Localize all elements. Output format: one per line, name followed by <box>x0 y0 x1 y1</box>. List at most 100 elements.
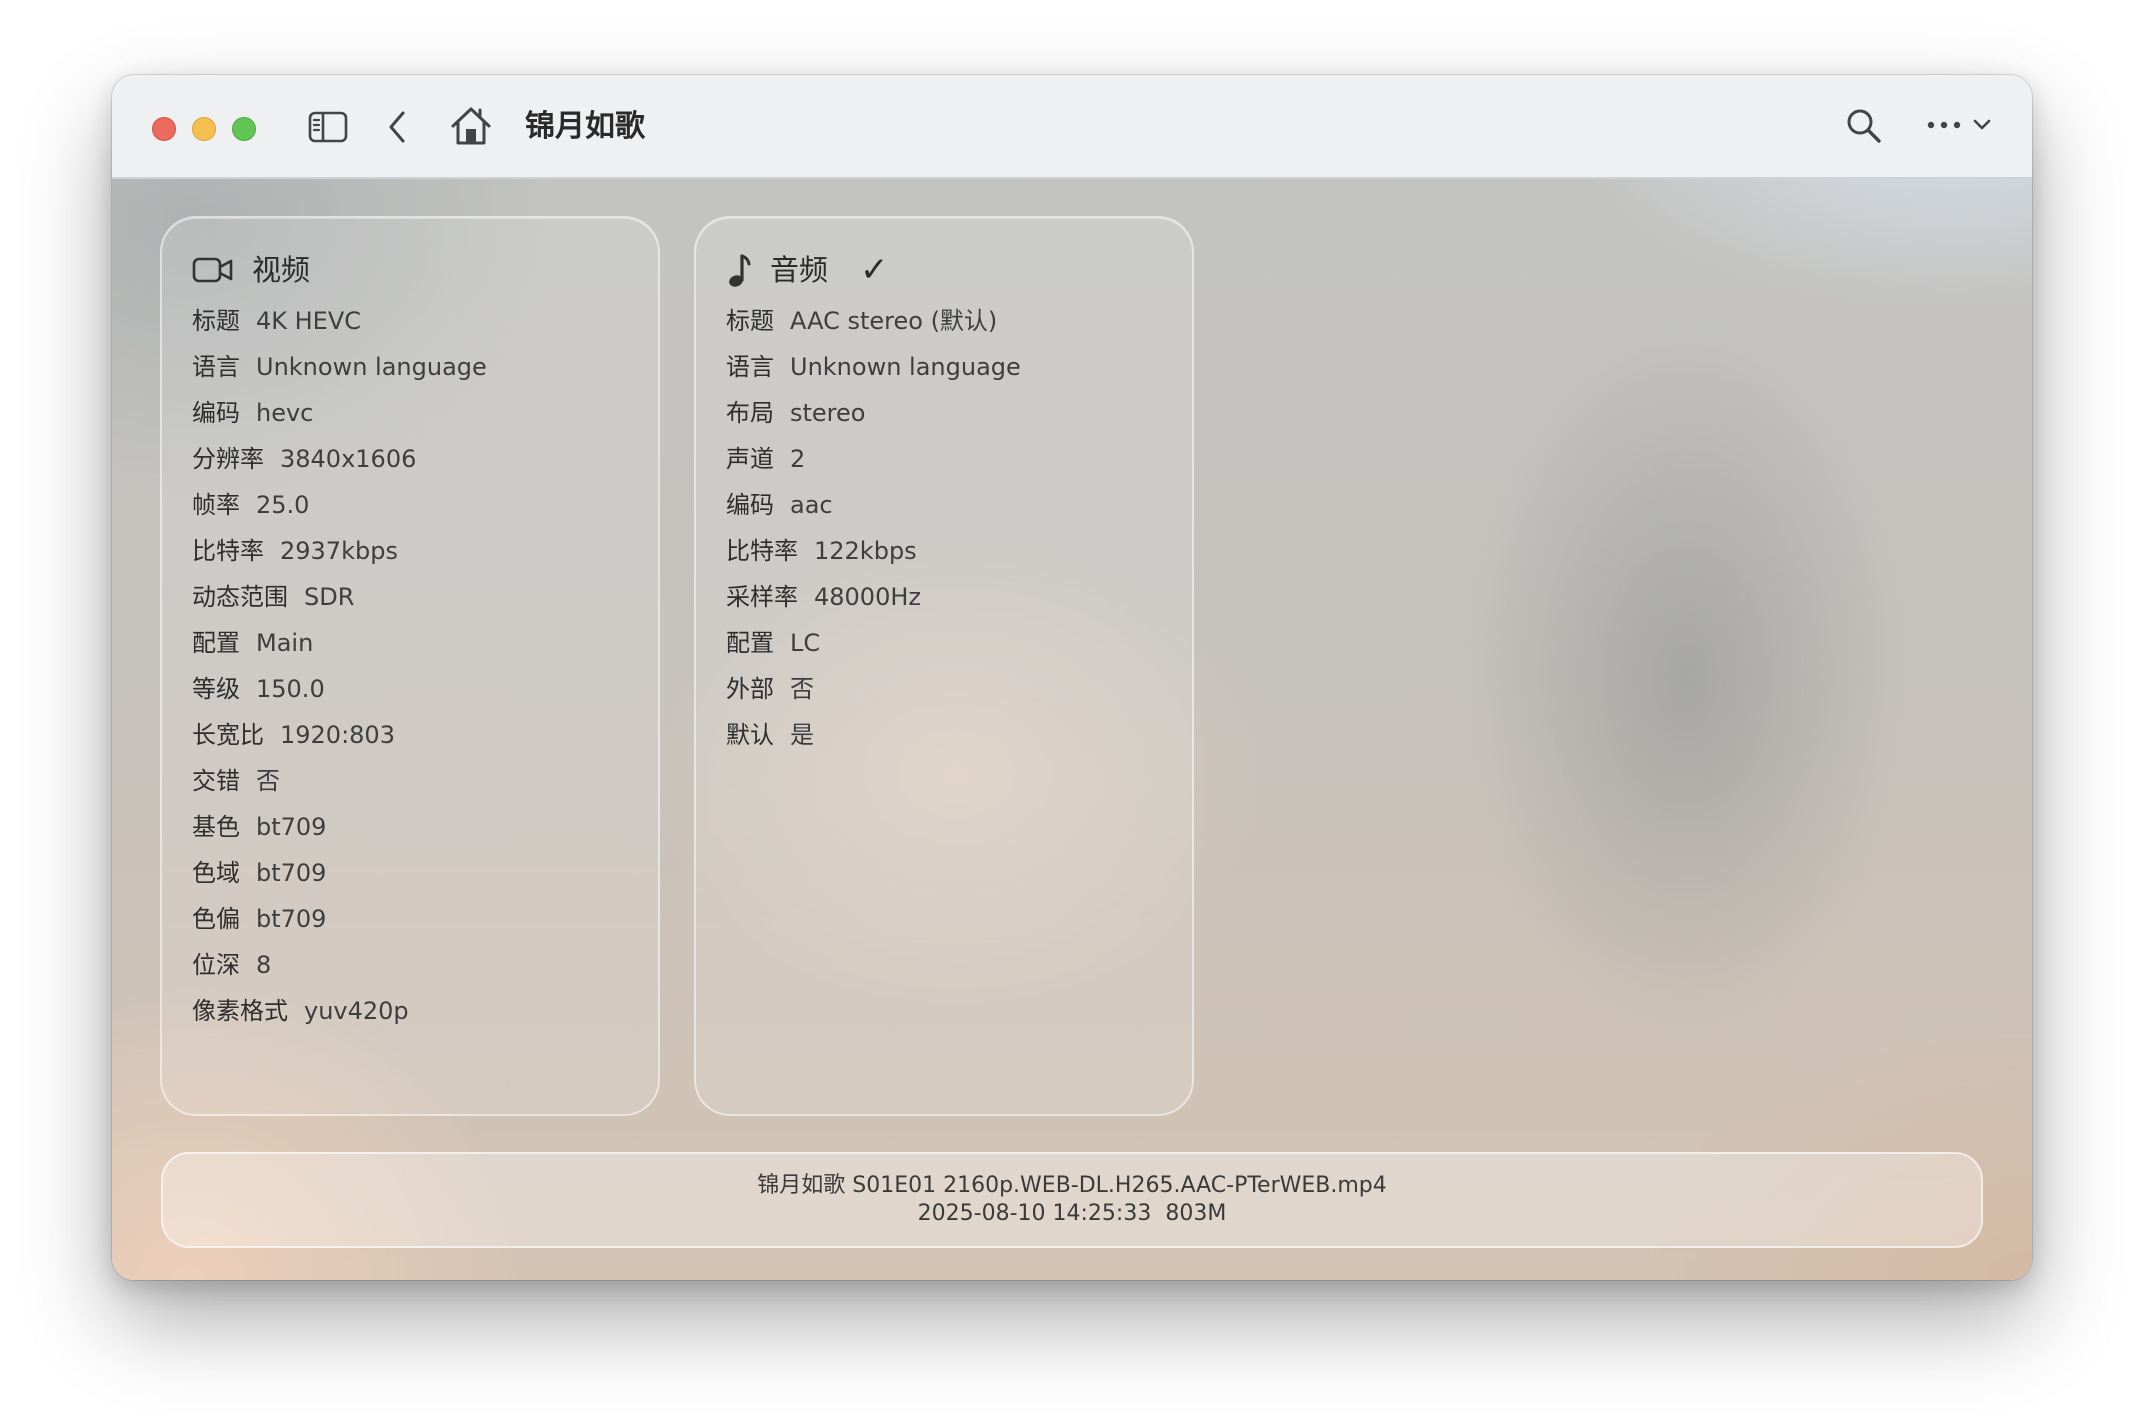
video-property-value: bt709 <box>256 859 327 887</box>
video-property-value: 否 <box>256 767 280 795</box>
audio-property-value: Unknown language <box>790 353 1021 381</box>
audio-property-row: 外部否 <box>726 666 1021 712</box>
video-property-label: 配置 <box>192 629 240 657</box>
video-property-label: 色域 <box>192 859 240 887</box>
search-icon[interactable] <box>1845 107 1883 145</box>
video-property-value: 4K HEVC <box>256 307 362 335</box>
video-property-label: 动态范围 <box>192 583 288 611</box>
audio-property-row: 默认是 <box>726 712 1021 758</box>
audio-property-value: 2 <box>790 445 806 473</box>
video-property-label: 长宽比 <box>192 721 264 749</box>
video-property-value: 1920:803 <box>280 721 395 749</box>
video-property-row: 配置 Main <box>192 620 487 666</box>
video-property-value: 25.0 <box>256 491 310 519</box>
video-property-label: 语言 <box>192 353 240 381</box>
video-property-label: 基色 <box>192 813 240 841</box>
video-property-row: 交错否 <box>192 758 487 804</box>
video-property-row: 比特率 2937kbps <box>192 528 487 574</box>
audio-property-value: LC <box>790 629 821 657</box>
audio-property-value: AAC stereo (默认) <box>790 307 998 335</box>
video-property-row: 位深 8 <box>192 942 487 988</box>
chevron-down-icon[interactable] <box>1972 117 1992 133</box>
video-property-value: 150.0 <box>256 675 325 703</box>
video-property-row: 标题 4K HEVC <box>192 298 487 344</box>
audio-property-row: 标题 AAC stereo (默认) <box>726 298 1021 344</box>
video-property-value: Unknown language <box>256 353 487 381</box>
video-property-row: 基色 bt709 <box>192 804 487 850</box>
audio-property-value: 122kbps <box>814 537 917 565</box>
file-meta: 2025-08-10 14:25:33 803M <box>163 1200 1981 1228</box>
app-window: 锦月如歌 视频 标题 4K HEVC 语言 Unknown language 编码 hev… <box>112 75 2032 1280</box>
video-property-value: bt709 <box>256 905 327 933</box>
audio-property-value: stereo <box>790 399 866 427</box>
audio-property-label: 声道 <box>726 445 774 473</box>
file-size: 803M <box>1165 1201 1227 1226</box>
video-camera-icon <box>192 257 233 283</box>
audio-property-row: 声道 2 <box>726 436 1021 482</box>
audio-info-card: 音频 ✓ 标题 AAC stereo (默认) 语言 Unknown language… <box>694 216 1194 1116</box>
video-property-value: 2937kbps <box>280 537 398 565</box>
file-info-bar: 锦月如歌 S01E01 2160p.WEB-DL.H265.AAC-PTerWE… <box>161 1152 1983 1248</box>
audio-property-row: 布局 stereo <box>726 390 1021 436</box>
video-property-label: 像素格式 <box>192 997 288 1025</box>
video-property-row: 等级 150.0 <box>192 666 487 712</box>
video-property-row: 长宽比 1920:803 <box>192 712 487 758</box>
video-property-label: 位深 <box>192 951 240 979</box>
home-icon[interactable] <box>450 105 492 147</box>
audio-properties-list: 标题 AAC stereo (默认) 语言 Unknown language 布局 ste… <box>726 298 1021 758</box>
video-property-label: 比特率 <box>192 537 264 565</box>
music-note-icon <box>729 254 751 287</box>
title-bar: 锦月如歌 <box>112 75 2032 179</box>
video-property-row: 像素格式 yuv420p <box>192 988 487 1034</box>
file-name: 锦月如歌 S01E01 2160p.WEB-DL.H265.AAC-PTerWE… <box>757 1173 1387 1198</box>
audio-property-value: aac <box>790 491 833 519</box>
video-card-header: 视频 <box>192 248 310 292</box>
video-properties-list: 标题 4K HEVC 语言 Unknown language 编码 hevc 分辨率 3840… <box>192 298 487 1034</box>
close-window-button[interactable] <box>152 117 176 141</box>
more-ellipsis-icon[interactable] <box>1926 117 1964 133</box>
audio-property-label: 外部 <box>726 675 774 703</box>
video-property-row: 色偏 bt709 <box>192 896 487 942</box>
video-card-title: 视频 <box>252 253 311 287</box>
video-property-value: hevc <box>256 399 314 427</box>
audio-property-label: 配置 <box>726 629 774 657</box>
audio-property-row: 采样率 48000Hz <box>726 574 1021 620</box>
video-property-row: 色域 bt709 <box>192 850 487 896</box>
video-property-value: 8 <box>256 951 272 979</box>
audio-property-row: 编码 aac <box>726 482 1021 528</box>
video-property-row: 语言 Unknown language <box>192 344 487 390</box>
audio-property-label: 比特率 <box>726 537 798 565</box>
audio-property-label: 标题 <box>726 307 774 335</box>
video-property-label: 交错 <box>192 767 240 795</box>
video-property-value: SDR <box>304 583 355 611</box>
audio-property-row: 比特率 122kbps <box>726 528 1021 574</box>
video-property-value: bt709 <box>256 813 327 841</box>
video-property-label: 等级 <box>192 675 240 703</box>
audio-card-header: 音频 ✓ <box>726 248 889 292</box>
audio-property-label: 布局 <box>726 399 774 427</box>
audio-property-label: 默认 <box>726 721 774 749</box>
back-chevron-icon[interactable] <box>386 109 410 145</box>
video-property-label: 色偏 <box>192 905 240 933</box>
video-property-label: 分辨率 <box>192 445 264 473</box>
sidebar-toggle-icon[interactable] <box>308 109 348 145</box>
video-property-row: 动态范围 SDR <box>192 574 487 620</box>
window-title: 锦月如歌 <box>525 109 645 144</box>
video-property-label: 帧率 <box>192 491 240 519</box>
audio-property-value: 否 <box>790 675 814 703</box>
minimize-window-button[interactable] <box>192 117 216 141</box>
video-info-card: 视频 标题 4K HEVC 语言 Unknown language 编码 hevc 分辨率 3… <box>160 216 660 1116</box>
audio-property-value: 是 <box>790 721 814 749</box>
audio-card-title: 音频 <box>770 253 829 287</box>
maximize-window-button[interactable] <box>232 117 256 141</box>
video-property-value: yuv420p <box>304 997 409 1025</box>
video-property-row: 帧率 25.0 <box>192 482 487 528</box>
selected-checkmark-icon: ✓ <box>860 250 889 290</box>
video-property-row: 编码 hevc <box>192 390 487 436</box>
audio-property-row: 语言 Unknown language <box>726 344 1021 390</box>
video-property-value: 3840x1606 <box>280 445 417 473</box>
video-property-label: 标题 <box>192 307 240 335</box>
audio-property-label: 语言 <box>726 353 774 381</box>
audio-property-row: 配置 LC <box>726 620 1021 666</box>
file-date: 2025-08-10 14:25:33 <box>917 1201 1152 1226</box>
